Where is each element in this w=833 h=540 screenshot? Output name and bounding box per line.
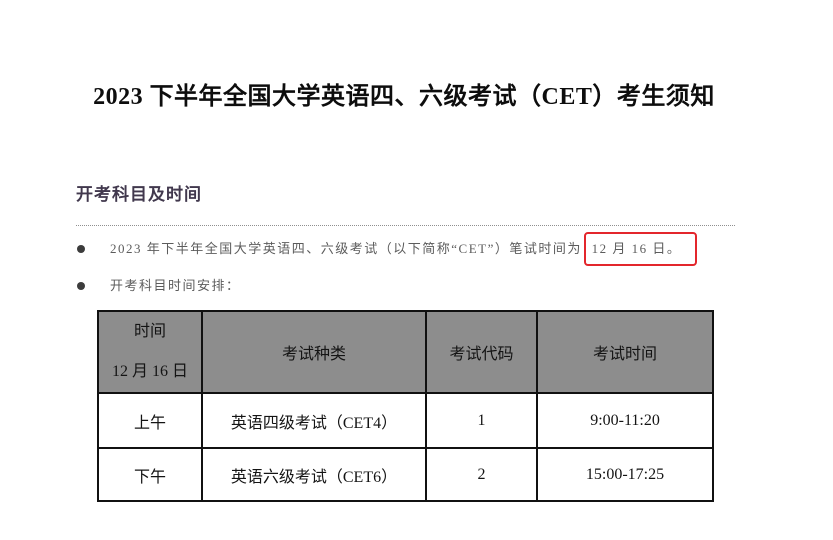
header-time-label: 时间 — [133, 323, 166, 340]
exam-schedule-table: 时间 12 月 16 日 考试种类 考试代码 考试时间 上午 英语四级考试（CE… — [97, 310, 714, 502]
dotted-divider — [76, 225, 735, 226]
table-row: 下午 英语六级考试（CET6） 2 15:00-17:25 — [97, 447, 714, 502]
bullet-dot-icon — [77, 282, 85, 290]
document-title: 2023 下半年全国大学英语四、六级考试（CET）考生须知 — [93, 84, 715, 110]
cell-time: 9:00-11:20 — [536, 392, 714, 449]
table-header-row: 时间 12 月 16 日 考试种类 考试代码 考试时间 — [97, 310, 714, 394]
cell-code: 1 — [425, 392, 538, 449]
table-row: 上午 英语四级考试（CET4） 1 9:00-11:20 — [97, 392, 714, 449]
header-time-cell: 时间 12 月 16 日 — [97, 310, 203, 394]
date-highlight-box: 12 月 16 日。 — [583, 232, 698, 266]
bullet-dot-icon — [77, 245, 85, 253]
header-date: 12 月 16 日 — [111, 363, 188, 380]
section-heading: 开考科目及时间 — [76, 185, 202, 204]
cell-exam: 英语六级考试（CET6） — [201, 447, 427, 502]
header-exam-code: 考试代码 — [425, 310, 538, 394]
header-exam-type: 考试种类 — [201, 310, 427, 394]
cell-period: 上午 — [97, 392, 203, 449]
bullet-item-schedule-intro: 开考科目时间安排： — [77, 276, 241, 296]
bullet-text: 开考科目时间安排： — [110, 278, 241, 293]
bullet-text-main: 2023 年下半年全国大学英语四、六级考试（以下简称“CET”）笔试时间为 — [110, 241, 587, 256]
bullet-text: 2023 年下半年全国大学英语四、六级考试（以下简称“CET”）笔试时间为 12… — [110, 232, 698, 266]
cell-exam: 英语四级考试（CET4） — [201, 392, 427, 449]
header-exam-time: 考试时间 — [536, 310, 714, 394]
bullet-item-exam-date: 2023 年下半年全国大学英语四、六级考试（以下简称“CET”）笔试时间为 12… — [77, 232, 698, 266]
cell-period: 下午 — [97, 447, 203, 502]
cell-time: 15:00-17:25 — [536, 447, 714, 502]
cell-code: 2 — [425, 447, 538, 502]
